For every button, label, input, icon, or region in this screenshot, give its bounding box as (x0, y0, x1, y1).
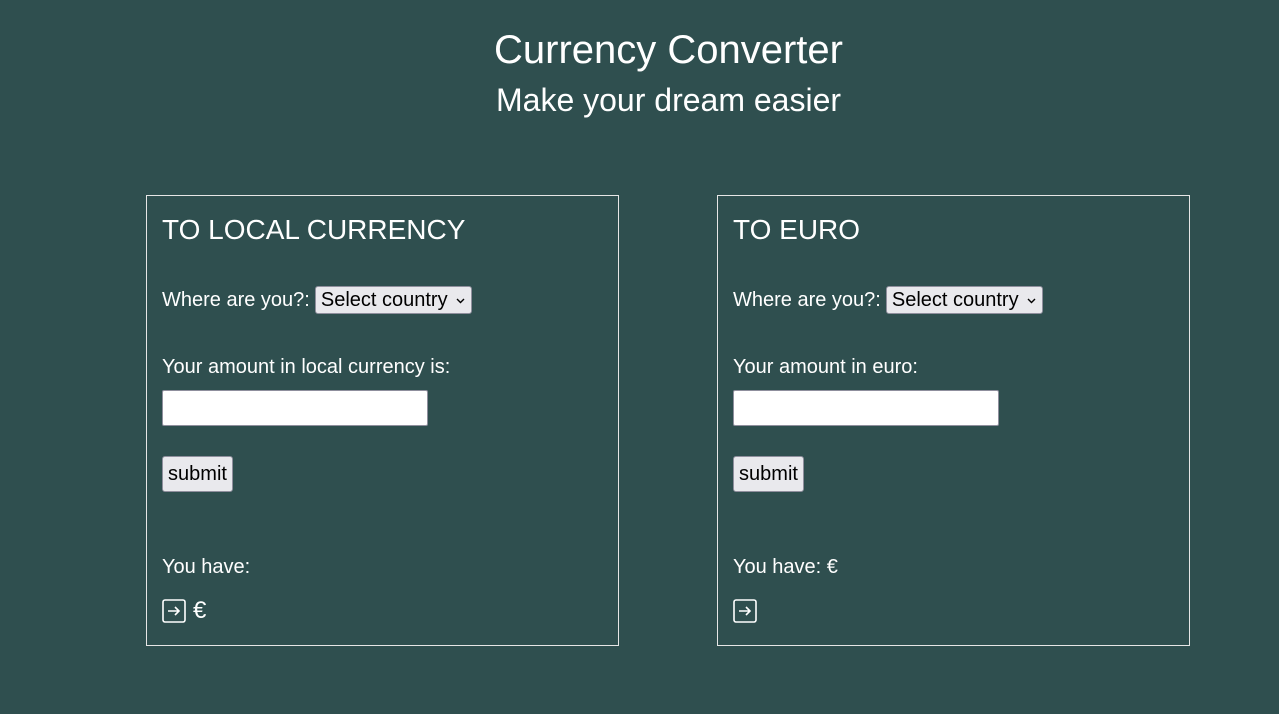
amount-label: Your amount in euro: (733, 356, 918, 378)
submit-button[interactable]: submit (733, 456, 804, 492)
page-title: Currency Converter (493, 28, 843, 72)
page-subtitle: Make your dream easier (495, 82, 842, 118)
enter-icon[interactable] (162, 599, 186, 623)
result-label: You have: (162, 556, 251, 578)
chevron-down-icon (1027, 294, 1036, 306)
euro-amount-input[interactable] (733, 390, 999, 426)
to-euro-panel: TO EURO Where are you?: Select country Y… (717, 195, 1190, 646)
result-row (733, 599, 757, 623)
country-select-value: Select country (891, 288, 1019, 311)
panel-title: TO EURO (733, 214, 861, 245)
country-label: Where are you?: (162, 289, 310, 311)
to-local-currency-panel: TO LOCAL CURRENCY Where are you?: Select… (146, 195, 619, 646)
local-amount-input[interactable] (162, 390, 428, 426)
country-row: Where are you?: Select country (162, 285, 472, 315)
currency-symbol: € (193, 597, 207, 624)
amount-label: Your amount in local currency is: (162, 356, 451, 378)
submit-button[interactable]: submit (162, 456, 233, 492)
panel-title: TO LOCAL CURRENCY (162, 214, 466, 245)
result-row: € (162, 599, 206, 623)
enter-icon[interactable] (733, 599, 757, 623)
country-select[interactable]: Select country (314, 286, 472, 314)
country-label: Where are you?: (733, 289, 881, 311)
result-label: You have: € (733, 556, 838, 578)
chevron-down-icon (456, 294, 465, 306)
country-select[interactable]: Select country (885, 286, 1043, 314)
country-select-value: Select country (320, 288, 448, 311)
country-row: Where are you?: Select country (733, 285, 1043, 315)
